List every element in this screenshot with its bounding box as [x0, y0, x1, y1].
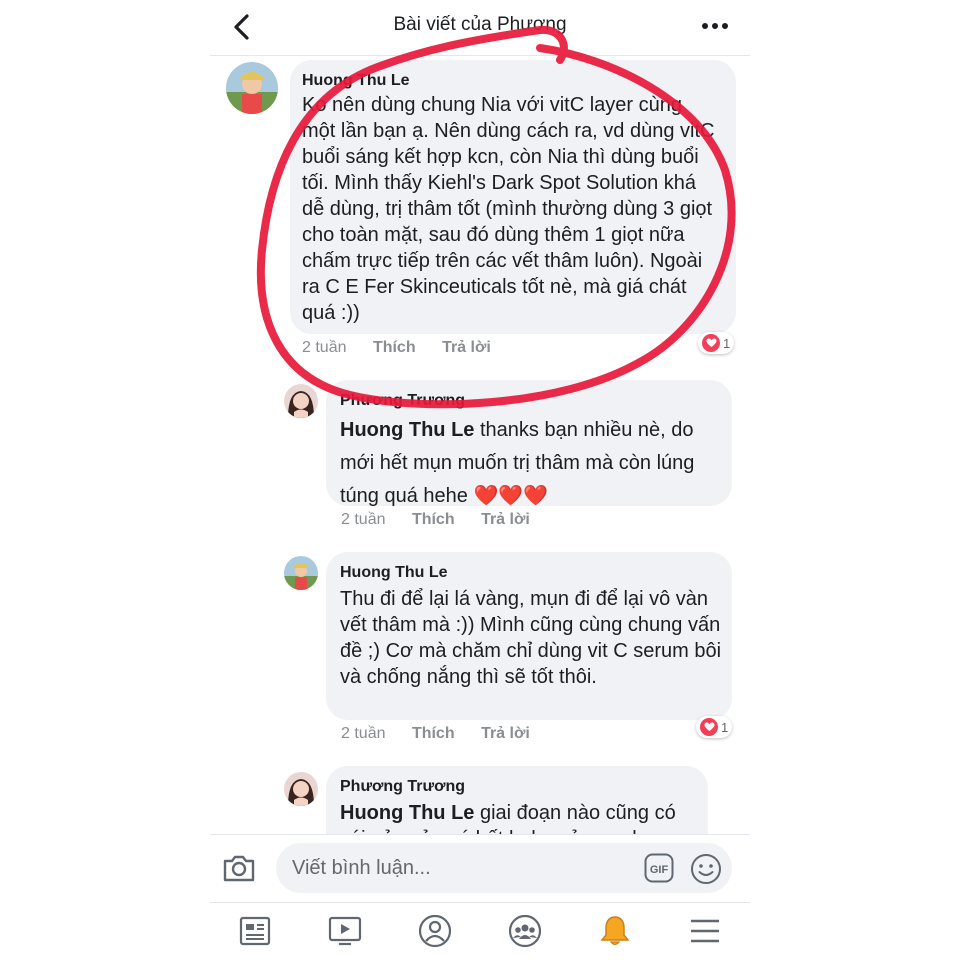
gif-icon[interactable]: GIF — [644, 853, 674, 883]
comment-author[interactable]: Huong Thu Le — [302, 72, 720, 90]
like-button[interactable]: Thích — [373, 339, 416, 356]
comment-text: Thu đi để lại lá vàng, mụn đi để lại vô … — [340, 588, 722, 688]
comment-author[interactable]: Phương Trương — [340, 778, 702, 796]
like-button[interactable]: Thích — [412, 725, 455, 742]
top-bar: Bài viết của Phương — [210, 0, 750, 56]
notifications-bell-icon[interactable] — [597, 913, 633, 949]
reply-bubble: Huong Thu Le Thu đi để lại lá vàng, mụn … — [326, 552, 732, 720]
comment-actions: 2 tuần Thích Trả lời — [341, 511, 552, 529]
more-icon[interactable] — [700, 14, 730, 38]
comment-text: Huong Thu Le giai đoạn nào cũng có cái n… — [340, 800, 702, 834]
mention-link[interactable]: Huong Thu Le — [340, 802, 474, 824]
reaction-count[interactable]: 1 — [696, 716, 733, 738]
avatar[interactable] — [284, 556, 318, 590]
comment-actions: 2 tuần Thích Trả lời — [341, 725, 552, 743]
reply-button[interactable]: Trả lời — [481, 511, 530, 528]
menu-icon[interactable] — [687, 913, 723, 949]
reply-bubble: Phương Trương Huong Thu Le thanks bạn nh… — [326, 380, 732, 507]
comment-author[interactable]: Phương Trương — [340, 392, 722, 410]
like-button[interactable]: Thích — [412, 511, 455, 528]
reaction-count-value: 1 — [721, 719, 729, 735]
emoji-icon[interactable] — [690, 853, 722, 885]
comment-text: Huong Thu Le thanks bạn nhiều nè, do mới… — [340, 414, 722, 513]
comment-time: 2 tuần — [341, 511, 386, 528]
watch-icon[interactable] — [327, 913, 363, 949]
news-feed-icon[interactable] — [237, 913, 273, 949]
comment-actions: 2 tuần Thích Trả lời — [302, 339, 513, 357]
comment-composer: GIF — [210, 834, 750, 903]
comment-author[interactable]: Huong Thu Le — [340, 564, 722, 582]
comment-time: 2 tuần — [302, 339, 347, 356]
bottom-tab-bar — [210, 902, 750, 960]
avatar[interactable] — [284, 384, 318, 418]
reply-button[interactable]: Trả lời — [481, 725, 530, 742]
avatar[interactable] — [226, 62, 278, 114]
comment-thread: Huong Thu Le Ko nên dùng chung Nia với v… — [210, 56, 750, 834]
page-title: Bài viết của Phương — [393, 14, 567, 35]
groups-icon[interactable] — [507, 913, 543, 949]
reply-bubble: Phương Trương Huong Thu Le giai đoạn nào… — [326, 766, 708, 834]
reaction-count[interactable]: 1 — [698, 332, 735, 354]
comment-text: Ko nên dùng chung Nia với vitC layer cùn… — [302, 94, 715, 324]
heart-reaction-icon — [700, 718, 718, 736]
camera-icon[interactable] — [222, 851, 256, 885]
gif-label: GIF — [650, 864, 669, 876]
reply-button[interactable]: Trả lời — [442, 339, 491, 356]
mention-link[interactable]: Huong Thu Le — [340, 419, 474, 441]
profile-icon[interactable] — [417, 913, 453, 949]
comment-time: 2 tuần — [341, 725, 386, 742]
avatar[interactable] — [284, 772, 318, 806]
heart-reaction-icon — [702, 334, 720, 352]
phone-screen: Bài viết của Phương Huong Thu Le Ko nên … — [210, 0, 750, 960]
comment-bubble: Huong Thu Le Ko nên dùng chung Nia với v… — [290, 60, 736, 334]
reaction-count-value: 1 — [723, 335, 731, 351]
